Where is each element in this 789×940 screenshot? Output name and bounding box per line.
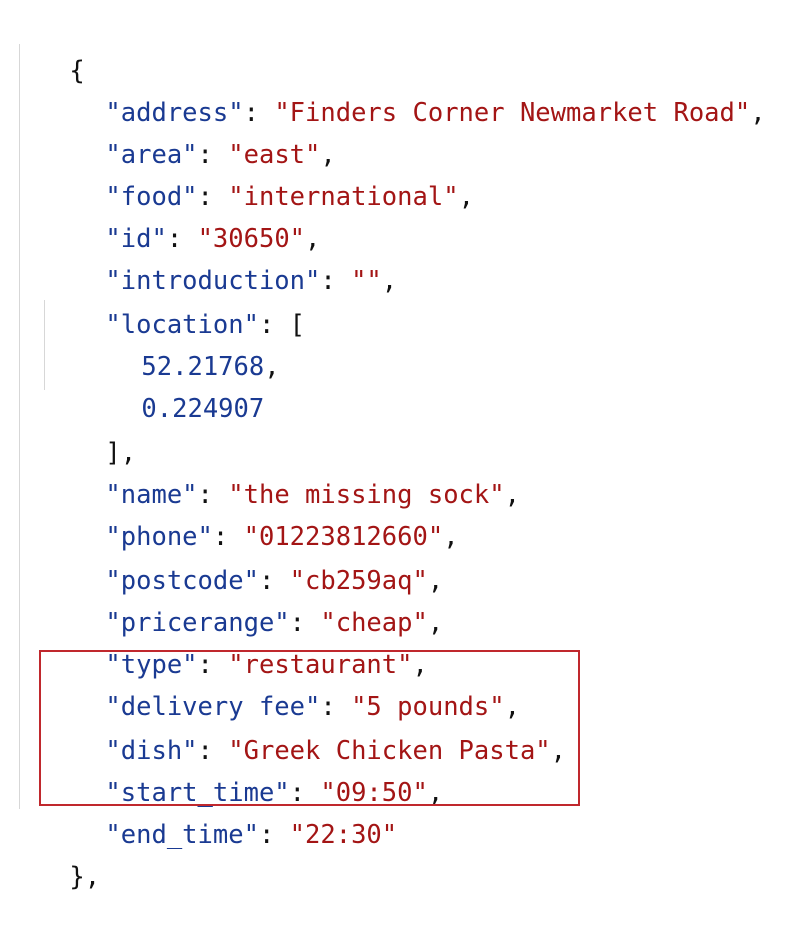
json-key: "end_time" [105,820,259,850]
json-value: "22:30" [289,820,398,850]
json-line-location-lon: 0.224907 [80,346,264,424]
json-line-address: "address": "Finders Corner Newmarket Roa… [105,98,766,128]
json-open-brace: { [69,56,85,86]
json-line-area: "area": "east", [105,140,336,170]
json-viewer: { "address": "Finders Corner Newmarket R… [0,0,789,892]
json-line-type: "type": "restaurant", [105,650,428,680]
json-line-introduction: "introduction": "", [105,266,398,296]
json-value: "Finders Corner Newmarket Road" [274,98,751,128]
highlight-box [39,650,580,806]
indent-guide-outer [19,44,20,809]
json-line-name: "name": "the missing sock", [105,480,520,510]
json-line-food: "food": "international", [105,182,474,212]
json-line-location-lat: 52.21768, [141,352,280,382]
json-line-location: "location": [ [105,310,306,340]
json-array-open: [ [289,310,306,340]
json-value: "" [351,266,382,296]
json-line-id: "id": "30650", [105,224,321,254]
json-close-brace: }, [69,862,101,892]
json-number: 0.224907 [141,394,265,424]
json-line-location-close: ], [105,438,137,468]
json-line-postcode: "postcode": "cb259aq", [105,566,444,596]
json-line-phone: "phone": "01223812660", [105,522,459,552]
json-line-pricerange: "pricerange": "cheap", [105,608,444,638]
